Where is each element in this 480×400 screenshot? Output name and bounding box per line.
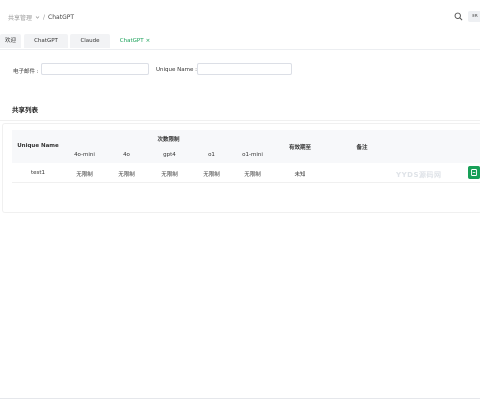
search-icon[interactable] (454, 12, 463, 21)
top-bar: 共享管理 / ChatGPT ᴇʀ (0, 0, 480, 32)
tab-claude[interactable]: Claude (70, 34, 110, 48)
header-unique-name: Unique Name (17, 143, 59, 149)
header-4o-mini: 4o-mini (74, 152, 95, 158)
email-field[interactable] (41, 63, 149, 75)
email-label: 电子邮件 : (13, 69, 39, 75)
cell-limit-4o-mini: 无限制 (76, 172, 93, 178)
table-header: Unique Name 次数限制 4o-mini 4o gpt4 o1 o1-m… (12, 130, 480, 163)
tab-label: Claude (80, 38, 100, 44)
breadcrumb-current: ChatGPT (48, 14, 75, 21)
tab-label: ChatGPT (119, 38, 144, 44)
section-divider (0, 120, 480, 121)
header-gpt4: gpt4 (163, 152, 176, 158)
filter-form: 电子邮件 : Unique Name : (0, 55, 480, 85)
close-icon[interactable]: × (146, 38, 151, 44)
tab-chatgpt-active[interactable]: ChatGPT × (113, 34, 157, 48)
edit-icon (471, 169, 477, 176)
tab-label: 欢迎 (4, 38, 16, 44)
cell-limit-o1: 无限制 (203, 172, 220, 178)
header-limits: 次数限制 (157, 137, 180, 143)
header-o1-mini: o1-mini (242, 152, 263, 158)
unique-name-field[interactable] (197, 63, 292, 75)
language-toggle-button[interactable]: ᴇʀ (468, 11, 480, 22)
bottom-border (0, 398, 480, 399)
tab-bar: 欢迎 ChatGPT Claude ChatGPT × (0, 34, 480, 48)
header-notes: 备注 (356, 145, 368, 151)
watermark: YYDS源码网 (396, 171, 442, 179)
header-validity: 有效期至 (288, 145, 311, 151)
chevron-down-icon (35, 16, 40, 19)
tab-divider (0, 49, 480, 50)
header-o1: o1 (208, 152, 215, 158)
breadcrumb-separator: / (43, 14, 46, 21)
edit-button[interactable] (468, 166, 480, 179)
cell-limit-o1-mini: 无限制 (244, 172, 261, 178)
header-4o: 4o (123, 152, 130, 158)
cell-limit-4o: 无限制 (118, 172, 135, 178)
cell-validity: 未知 (294, 172, 306, 178)
tab-welcome[interactable]: 欢迎 (0, 34, 21, 48)
cell-limit-gpt4: 无限制 (161, 172, 178, 178)
unique-name-label: Unique Name : (156, 67, 197, 73)
section-title: 共享列表 (12, 106, 38, 114)
breadcrumb: 共享管理 / ChatGPT (8, 13, 74, 22)
tab-label: ChatGPT (34, 38, 58, 44)
cell-unique-name: test1 (30, 170, 46, 176)
tab-chatgpt[interactable]: ChatGPT (24, 34, 68, 48)
breadcrumb-parent[interactable]: 共享管理 (8, 13, 32, 22)
